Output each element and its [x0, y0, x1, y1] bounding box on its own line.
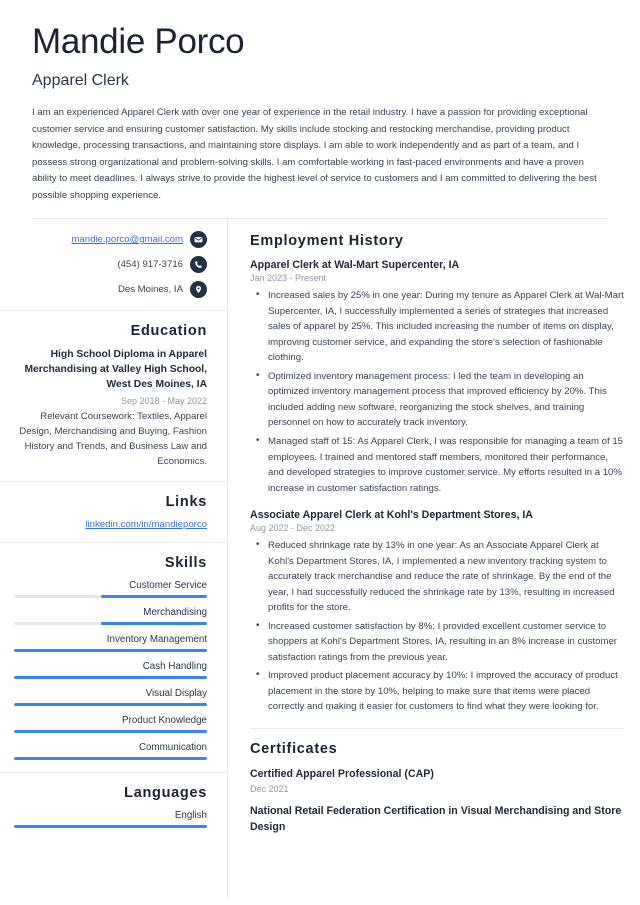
job-bullet: Increased customer satisfaction by 8%: I… — [256, 618, 624, 666]
skill-item: Merchandising — [14, 607, 207, 626]
skill-bar-fill — [14, 649, 207, 653]
job-bullet: Increased sales by 25% in one year: Duri… — [256, 287, 624, 366]
contact-phone-row: (454) 917-3716 — [14, 256, 207, 274]
certificate-title: National Retail Federation Certification… — [250, 805, 622, 833]
link-item[interactable]: linkedin.com/in/mandieporco — [14, 519, 207, 530]
section-divider — [250, 727, 624, 729]
skill-item: Inventory Management — [14, 634, 207, 653]
skill-bar — [14, 757, 207, 761]
languages-heading: Languages — [124, 785, 207, 802]
skill-bar — [14, 703, 207, 707]
language-bar — [14, 825, 207, 829]
job-entry-title: Apparel Clerk at Wal-Mart Supercenter, I… — [250, 259, 460, 272]
education-block: Education High School Diploma in Apparel… — [0, 311, 227, 483]
job-bullet: Optimized inventory management process: … — [256, 368, 624, 431]
skill-label: Inventory Management — [106, 634, 207, 646]
phone-icon — [190, 256, 207, 274]
contact-phone: (454) 917-3716 — [117, 259, 183, 271]
job-entry-title: Associate Apparel Clerk at Kohl's Depart… — [250, 509, 533, 522]
language-label: English — [174, 810, 207, 822]
employment-section: Employment History Apparel Clerk at Wal-… — [250, 233, 624, 715]
contact-email-row[interactable]: mandie.porco@gmail.com — [14, 231, 207, 249]
languages-block: Languages English — [0, 773, 227, 840]
skill-label: Product Knowledge — [122, 715, 207, 727]
contact-block: mandie.porco@gmail.com (454) 917-3716 De… — [0, 219, 227, 312]
skill-item: Customer Service — [14, 580, 207, 599]
job-entry: Associate Apparel Clerk at Kohl's Depart… — [250, 509, 624, 715]
sidebar: mandie.porco@gmail.com (454) 917-3716 De… — [0, 219, 228, 900]
employment-heading: Employment History — [250, 233, 404, 250]
skill-bar-fill — [100, 595, 207, 599]
skills-list: Customer Service Merchandising Inventory M… — [14, 580, 207, 761]
education-description: Relevant Coursework: Textiles, Apparel D… — [19, 410, 207, 467]
skill-label: Merchandising — [143, 607, 207, 619]
skill-label: Customer Service — [129, 580, 207, 592]
page-title: Mandie Porco — [32, 22, 245, 61]
education-heading: Education — [130, 323, 207, 340]
contact-location-row: Des Moines, IA — [14, 281, 207, 299]
skill-item: Communication — [14, 742, 207, 761]
skill-label: Visual Display — [145, 688, 207, 700]
skill-bar-fill — [14, 703, 207, 707]
job-bullet-list: Increased sales by 25% in one year: Duri… — [250, 287, 624, 496]
education-degree: High School Diploma in Apparel Merchandi… — [24, 349, 207, 391]
skill-bar — [14, 622, 207, 626]
certificate-date: Dec 2021 — [250, 784, 289, 795]
resume-header: Mandie Porco Apparel Clerk I am an exper… — [0, 0, 640, 220]
job-entry-dates: Aug 2022 - Dec 2022 — [250, 523, 336, 534]
language-bar-fill — [14, 825, 207, 829]
job-bullet-list: Reduced shrinkage rate by 13% in one yea… — [250, 537, 624, 715]
job-entry: Apparel Clerk at Wal-Mart Supercenter, I… — [250, 259, 624, 496]
languages-list: English — [14, 810, 207, 829]
skill-bar-fill — [14, 676, 207, 680]
links-block: Links linkedin.com/in/mandieporco — [0, 482, 227, 544]
skill-bar — [14, 595, 207, 599]
certificate-entry: Certified Apparel Professional (CAP) Dec … — [250, 767, 624, 794]
skills-block: Skills Customer Service Merchandising Inve… — [0, 543, 227, 774]
links-heading: Links — [165, 494, 207, 511]
job-bullet: Improved product placement accuracy by 1… — [256, 667, 624, 715]
envelope-icon — [190, 231, 207, 249]
professional-summary: I am an experienced Apparel Clerk with o… — [32, 107, 597, 201]
skills-heading: Skills — [164, 555, 207, 572]
skill-item: Cash Handling — [14, 661, 207, 680]
language-item: English — [14, 810, 207, 829]
skill-bar — [14, 730, 207, 734]
skill-item: Visual Display — [14, 688, 207, 707]
education-dates: Sep 2018 - May 2022 — [120, 395, 207, 406]
certificates-heading: Certificates — [250, 740, 338, 757]
certificates-section: Certificates Certified Apparel Professio… — [250, 741, 624, 835]
skill-label: Cash Handling — [142, 661, 207, 673]
contact-location: Des Moines, IA — [117, 284, 183, 296]
skill-bar — [14, 676, 207, 680]
jobs-list: Apparel Clerk at Wal-Mart Supercenter, I… — [250, 259, 624, 715]
skill-bar-fill — [14, 730, 207, 734]
skill-bar — [14, 649, 207, 653]
skill-item: Product Knowledge — [14, 715, 207, 734]
resume-body: mandie.porco@gmail.com (454) 917-3716 De… — [0, 219, 640, 900]
skill-bar-fill — [14, 757, 207, 761]
contact-email[interactable]: mandie.porco@gmail.com — [71, 234, 183, 245]
job-bullet: Managed staff of 15: As Apparel Clerk, I… — [256, 433, 624, 496]
job-title: Apparel Clerk — [32, 72, 129, 90]
certificates-list: Certified Apparel Professional (CAP) Dec … — [250, 767, 624, 835]
main-content: Employment History Apparel Clerk at Wal-… — [228, 219, 640, 899]
job-entry-dates: Jan 2023 - Present — [250, 273, 327, 284]
certificate-title: Certified Apparel Professional (CAP) — [250, 767, 434, 780]
job-bullet: Reduced shrinkage rate by 13% in one yea… — [256, 537, 624, 616]
skill-label: Communication — [138, 742, 207, 754]
resume-page: Mandie Porco Apparel Clerk I am an exper… — [0, 0, 640, 905]
certificate-entry: National Retail Federation Certification… — [250, 804, 624, 835]
map-pin-icon — [190, 281, 207, 299]
skill-bar-fill — [100, 622, 207, 626]
